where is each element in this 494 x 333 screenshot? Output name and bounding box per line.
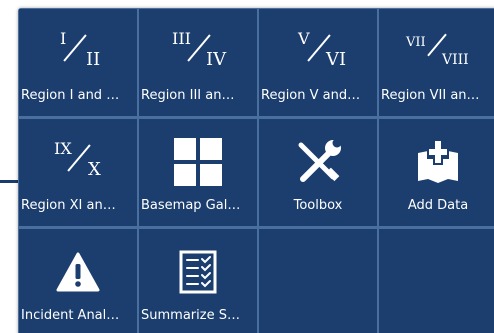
tile-region-i-ii[interactable]: I II Region I and … bbox=[19, 9, 137, 116]
warning-icon bbox=[19, 243, 137, 301]
fraction-numerator: IX bbox=[54, 139, 72, 158]
fraction-numerator: III bbox=[172, 29, 191, 48]
tile-region-v-vi[interactable]: V VI Region V and… bbox=[259, 9, 377, 116]
grid-icon bbox=[139, 133, 257, 191]
fraction-numerator: V bbox=[298, 29, 310, 48]
fraction-denominator: VI bbox=[326, 49, 347, 70]
widget-stage: I II Region I and … III IV Region III an… bbox=[0, 0, 494, 333]
add-data-icon bbox=[379, 133, 494, 191]
fraction-denominator: X bbox=[88, 159, 101, 180]
tile-region-iii-iv[interactable]: III IV Region III an… bbox=[139, 9, 257, 116]
tile-add-data[interactable]: Add Data bbox=[379, 119, 494, 226]
tile-label: Incident Anal… bbox=[21, 308, 120, 323]
tile-label: Add Data bbox=[407, 198, 469, 213]
tile-label: Region III an… bbox=[141, 88, 235, 103]
tile-label: Region XI an… bbox=[21, 198, 116, 213]
checklist-icon bbox=[139, 243, 257, 301]
tile-label: Summarize S… bbox=[141, 308, 240, 323]
fraction-icon: I II bbox=[19, 23, 137, 81]
fraction-icon: V VI bbox=[259, 23, 377, 81]
fraction-icon: IX X bbox=[19, 133, 137, 191]
tile-label: Toolbox bbox=[293, 198, 343, 213]
fraction-denominator: II bbox=[86, 49, 101, 70]
fraction-numerator: VII bbox=[406, 35, 426, 50]
tile-basemap-gallery[interactable]: Basemap Gal… bbox=[139, 119, 257, 226]
fraction-denominator: IV bbox=[206, 49, 227, 70]
fraction-denominator: VIII bbox=[442, 52, 469, 68]
tile-label: Basemap Gal… bbox=[141, 198, 241, 213]
empty-tile bbox=[259, 229, 377, 333]
tile-incident-analysis[interactable]: Incident Anal… bbox=[19, 229, 137, 333]
tile-region-vii-viii[interactable]: VII VIII Region VII an… bbox=[379, 9, 494, 116]
widget-panel: I II Region I and … III IV Region III an… bbox=[18, 8, 494, 333]
tile-label: Region I and … bbox=[21, 88, 120, 103]
tile-region-ix-x[interactable]: IX X Region XI an… bbox=[19, 119, 137, 226]
tile-label: Region V and… bbox=[261, 88, 361, 103]
tile-toolbox[interactable]: Toolbox bbox=[259, 119, 377, 226]
empty-tile bbox=[379, 229, 494, 333]
tile-summarize[interactable]: Summarize S… bbox=[139, 229, 257, 333]
tile-label: Region VII an… bbox=[381, 88, 480, 103]
wrench-screwdriver-icon bbox=[259, 133, 377, 191]
fraction-icon: VII VIII bbox=[379, 23, 494, 81]
fraction-icon: III IV bbox=[139, 23, 257, 81]
fraction-numerator: I bbox=[60, 29, 67, 48]
